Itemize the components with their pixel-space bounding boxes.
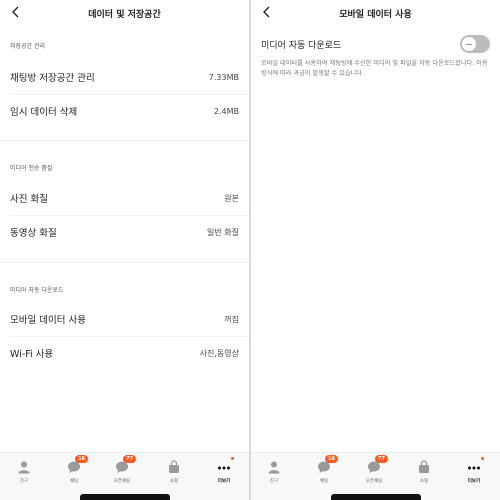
unread-badge: 16 <box>325 455 338 463</box>
section-divider <box>0 140 249 141</box>
tab-chats[interactable]: 16 채팅 <box>311 455 338 484</box>
section-header-media-quality: 미디어 전송 품질 <box>10 165 53 172</box>
header: 모바일 데이터 사용 <box>251 0 500 26</box>
unread-badge: 77 <box>123 455 136 463</box>
wifi-row[interactable]: Wi-Fi 사용 사진,동영상 <box>0 336 249 370</box>
tab-label: 쇼핑 <box>419 479 429 484</box>
temp-data-delete-row[interactable]: 임시 데이터 삭제 2.4MB <box>0 94 249 128</box>
open-chat-icon: 77 <box>367 455 388 473</box>
tab-open-chat[interactable]: 77 오픈채팅 <box>109 455 136 484</box>
person-icon <box>17 459 31 474</box>
mobile-data-value: 꺼짐 <box>224 314 239 324</box>
tab-more[interactable]: 더보기 <box>211 457 237 484</box>
chevron-left-icon <box>263 6 270 18</box>
photo-quality-label: 사진 화질 <box>10 194 48 205</box>
chat-storage-row[interactable]: 채팅방 저장공간 관리 7.33MB <box>0 60 249 94</box>
tab-label: 더보기 <box>467 479 481 484</box>
new-dot <box>481 457 484 460</box>
video-quality-label: 동영상 화질 <box>10 228 57 239</box>
mobile-data-screen: 모바일 데이터 사용 미디어 자동 다운로드 모바일 데이터를 사용하여 채팅방… <box>251 0 500 500</box>
mobile-data-label: 모바일 데이터 사용 <box>10 315 86 326</box>
section-header-storage: 저장공간 관리 <box>10 43 46 50</box>
chat-storage-label: 채팅방 저장공간 관리 <box>10 73 95 84</box>
tab-label: 친구 <box>269 479 279 484</box>
header: 데이터 및 저장공간 <box>0 0 249 26</box>
section-header-auto-download: 미디어 자동 다운로드 <box>10 287 64 294</box>
more-dots-icon <box>467 457 484 473</box>
video-quality-value: 일반 화질 <box>207 227 239 237</box>
auto-download-toggle[interactable] <box>460 35 490 53</box>
tab-friends[interactable]: 친구 <box>261 459 287 484</box>
tab-label: 오픈채팅 <box>365 479 383 484</box>
photo-quality-value: 원본 <box>224 193 239 203</box>
tab-label: 쇼핑 <box>169 479 179 484</box>
wifi-value: 사진,동영상 <box>199 348 239 358</box>
tab-label: 채팅 <box>319 479 329 484</box>
data-storage-screen: 데이터 및 저장공간 저장공간 관리 채팅방 저장공간 관리 7.33MB 임시… <box>0 0 249 500</box>
chat-bubble-icon: 16 <box>67 455 88 473</box>
unread-badge: 16 <box>75 455 88 463</box>
page-title: 모바일 데이터 사용 <box>339 9 412 20</box>
tab-chats[interactable]: 16 채팅 <box>61 455 88 484</box>
page-title: 데이터 및 저장공간 <box>88 9 161 20</box>
tab-label: 더보기 <box>217 479 231 484</box>
toggle-knob <box>462 37 476 51</box>
chat-storage-value: 7.33MB <box>208 72 239 82</box>
home-indicator <box>331 494 421 500</box>
wifi-label: Wi-Fi 사용 <box>10 349 54 360</box>
tab-friends[interactable]: 친구 <box>11 459 37 484</box>
photo-quality-row[interactable]: 사진 화질 원본 <box>0 181 249 215</box>
tab-label: 채팅 <box>69 479 79 484</box>
more-dots-icon <box>217 457 234 473</box>
tab-shopping[interactable]: 쇼핑 <box>161 459 187 484</box>
tab-shopping[interactable]: 쇼핑 <box>411 459 437 484</box>
shopping-bag-icon <box>167 459 181 473</box>
back-button[interactable] <box>257 2 277 22</box>
tab-label: 오픈채팅 <box>113 479 131 484</box>
home-indicator <box>80 494 170 500</box>
unread-badge: 77 <box>375 455 388 463</box>
temp-data-delete-value: 2.4MB <box>213 106 239 116</box>
chat-bubble-icon: 16 <box>317 455 338 473</box>
person-icon <box>267 459 281 474</box>
shopping-bag-icon <box>417 459 431 473</box>
temp-data-delete-label: 임시 데이터 삭제 <box>10 107 78 118</box>
video-quality-row[interactable]: 동영상 화질 일반 화질 <box>0 215 249 249</box>
mobile-data-row[interactable]: 모바일 데이터 사용 꺼짐 <box>0 302 249 336</box>
tab-more[interactable]: 더보기 <box>461 457 487 484</box>
tab-bar: 친구 16 채팅 77 오픈채팅 쇼핑 더보기 <box>0 452 249 500</box>
new-dot <box>231 457 234 460</box>
auto-download-description: 모바일 데이터를 사용하여 채팅방에 수신한 미디어 및 파일을 자동 다운로드… <box>261 60 488 77</box>
back-button[interactable] <box>6 2 26 22</box>
open-chat-icon: 77 <box>115 455 136 473</box>
tab-label: 친구 <box>19 479 29 484</box>
section-divider <box>0 262 249 263</box>
auto-download-label: 미디어 자동 다운로드 <box>261 41 342 51</box>
chevron-left-icon <box>12 6 19 18</box>
tab-bar: 친구 16 채팅 77 오픈채팅 쇼핑 더보기 <box>251 452 500 500</box>
tab-open-chat[interactable]: 77 오픈채팅 <box>361 455 388 484</box>
